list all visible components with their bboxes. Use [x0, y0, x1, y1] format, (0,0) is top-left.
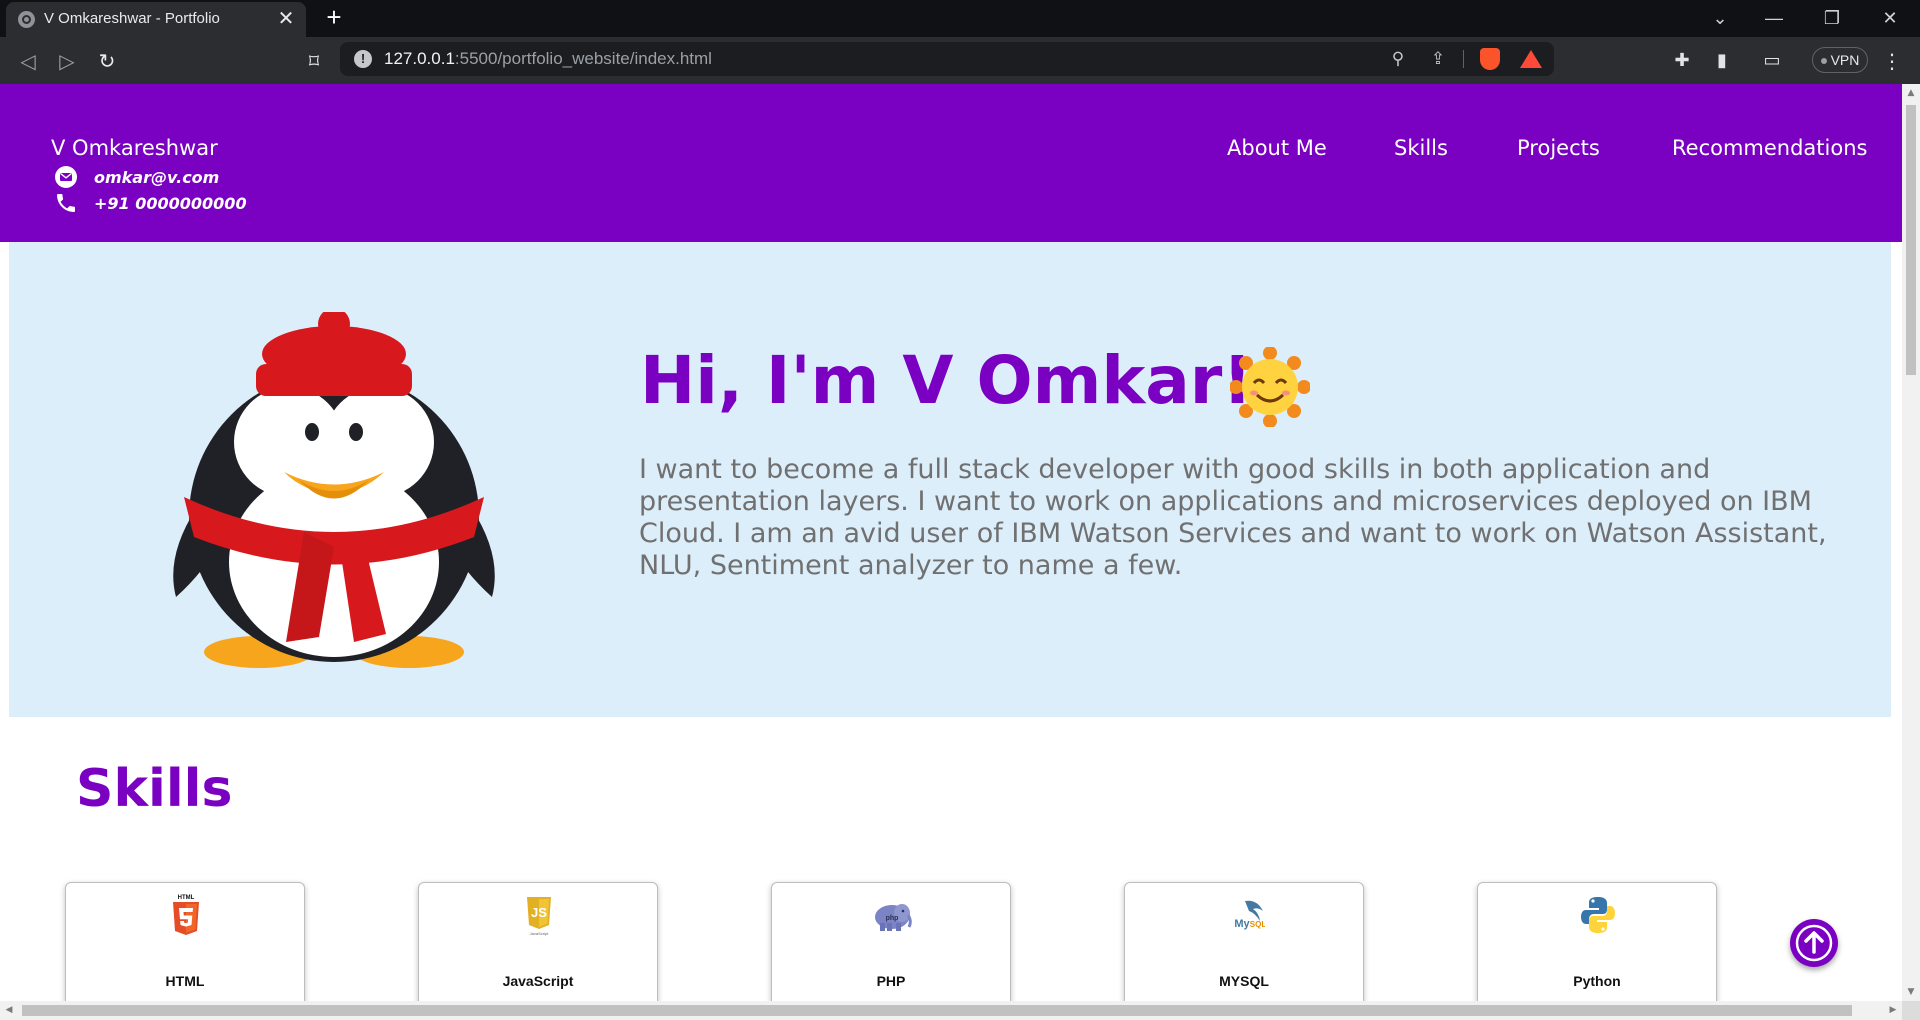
- tab-strip: V Omkareshwar - Portfolio ✕ + ⌄ — ❐ ✕: [0, 0, 1920, 37]
- svg-text:HTML: HTML: [178, 895, 195, 901]
- scroll-up-arrow-icon[interactable]: ▲: [1902, 84, 1920, 102]
- vertical-scrollbar[interactable]: ▲ ▼: [1902, 84, 1920, 1001]
- skill-card-html[interactable]: HTML HTML: [65, 882, 305, 1001]
- brand-name: V Omkareshwar: [51, 136, 218, 160]
- extensions-icon[interactable]: ✚: [1668, 47, 1696, 75]
- hero-section: Hi, I'm V Omkar! I want to become a full…: [9, 242, 1891, 717]
- info-icon[interactable]: !: [354, 50, 372, 68]
- skill-name: JavaScript: [502, 973, 574, 989]
- address-bar[interactable]: ! 127.0.0.1:5500/portfolio_website/index…: [340, 42, 1554, 76]
- forward-button[interactable]: ▷: [53, 47, 81, 75]
- scroll-right-arrow-icon[interactable]: ▶: [1884, 1001, 1902, 1019]
- skill-name: HTML: [165, 973, 205, 989]
- back-to-top-button[interactable]: [1790, 919, 1838, 967]
- page-viewport: V Omkareshwar omkar@v.com +91 0000000000…: [0, 84, 1902, 1001]
- phone-icon: [57, 194, 75, 212]
- skill-name: Python: [1573, 973, 1621, 989]
- nav-about-me[interactable]: About Me: [1227, 136, 1327, 160]
- bookmark-icon[interactable]: ⌑: [300, 47, 328, 75]
- svg-text:My: My: [1234, 918, 1250, 930]
- arrow-up-icon: [1795, 924, 1833, 962]
- globe-icon: [18, 11, 35, 28]
- brave-rewards-icon[interactable]: [1520, 50, 1542, 68]
- javascript-icon: JS JavaScript: [527, 897, 551, 936]
- scroll-thumb[interactable]: [22, 1005, 1852, 1016]
- skill-card-mysql[interactable]: My SQL MYSQL: [1124, 882, 1364, 1001]
- phone-row: +91 0000000000: [54, 190, 247, 216]
- nav-skills[interactable]: Skills: [1394, 136, 1448, 160]
- tab-search-icon[interactable]: ⌄: [1700, 4, 1740, 32]
- menu-icon[interactable]: ⋮: [1882, 47, 1902, 75]
- wallet-icon[interactable]: ▭: [1758, 47, 1786, 75]
- skill-card-php[interactable]: php PHP: [771, 882, 1011, 1001]
- email-row: omkar@v.com: [54, 164, 219, 190]
- scroll-thumb[interactable]: [1906, 105, 1916, 375]
- zoom-icon[interactable]: ⚲: [1387, 48, 1409, 70]
- svg-text:SQL: SQL: [1250, 920, 1265, 929]
- email-icon: [55, 166, 77, 188]
- vpn-button[interactable]: VPN: [1812, 47, 1868, 73]
- skill-card-python[interactable]: Python: [1477, 882, 1717, 1001]
- skill-name: MYSQL: [1219, 973, 1269, 989]
- sidebar-icon[interactable]: ▮: [1708, 47, 1736, 75]
- smiling-sun-icon: [1230, 347, 1310, 427]
- hero-description: I want to become a full stack developer …: [639, 454, 1827, 581]
- close-window-button[interactable]: ✕: [1870, 4, 1910, 32]
- scroll-left-arrow-icon[interactable]: ◀: [0, 1001, 18, 1019]
- url-text[interactable]: 127.0.0.1:5500/portfolio_website/index.h…: [384, 49, 712, 69]
- browser-toolbar: ◁ ▷ ↻ ⌑ ! 127.0.0.1:5500/portfolio_websi…: [0, 37, 1920, 84]
- scroll-corner: [1902, 1001, 1920, 1020]
- nav-projects[interactable]: Projects: [1517, 136, 1600, 160]
- brave-shields-icon[interactable]: [1480, 48, 1500, 70]
- skills-heading: Skills: [76, 759, 233, 819]
- new-tab-button[interactable]: +: [320, 4, 348, 32]
- skill-name: PHP: [876, 973, 906, 989]
- restore-button[interactable]: ❐: [1812, 4, 1852, 32]
- html5-icon: HTML: [173, 895, 199, 935]
- svg-text:php: php: [886, 915, 899, 922]
- svg-text:JavaScript: JavaScript: [530, 931, 550, 936]
- skill-card-javascript[interactable]: JS JavaScript JavaScript: [418, 882, 658, 1001]
- mysql-icon: My SQL: [1234, 900, 1265, 930]
- divider: [1463, 50, 1464, 68]
- minimize-button[interactable]: —: [1754, 4, 1794, 32]
- email-text[interactable]: omkar@v.com: [94, 168, 219, 187]
- browser-tab[interactable]: V Omkareshwar - Portfolio ✕: [6, 2, 306, 37]
- python-icon: [1581, 897, 1615, 933]
- svg-text:JS: JS: [531, 905, 547, 920]
- site-header: V Omkareshwar omkar@v.com +91 0000000000…: [0, 84, 1902, 242]
- share-icon[interactable]: ⇪: [1427, 48, 1449, 70]
- tab-title: V Omkareshwar - Portfolio: [44, 10, 220, 27]
- reload-button[interactable]: ↻: [93, 47, 121, 75]
- horizontal-scrollbar[interactable]: ◀ ▶: [0, 1001, 1902, 1020]
- hero-title: Hi, I'm V Omkar!: [640, 342, 1253, 419]
- penguin-avatar: [173, 312, 495, 668]
- nav-recommendations[interactable]: Recommendations: [1672, 136, 1867, 160]
- close-tab-icon[interactable]: ✕: [274, 6, 298, 30]
- scroll-down-arrow-icon[interactable]: ▼: [1902, 983, 1920, 1001]
- phone-text[interactable]: +91 0000000000: [94, 194, 247, 213]
- php-elephant-icon: php: [875, 904, 912, 931]
- back-button[interactable]: ◁: [14, 47, 42, 75]
